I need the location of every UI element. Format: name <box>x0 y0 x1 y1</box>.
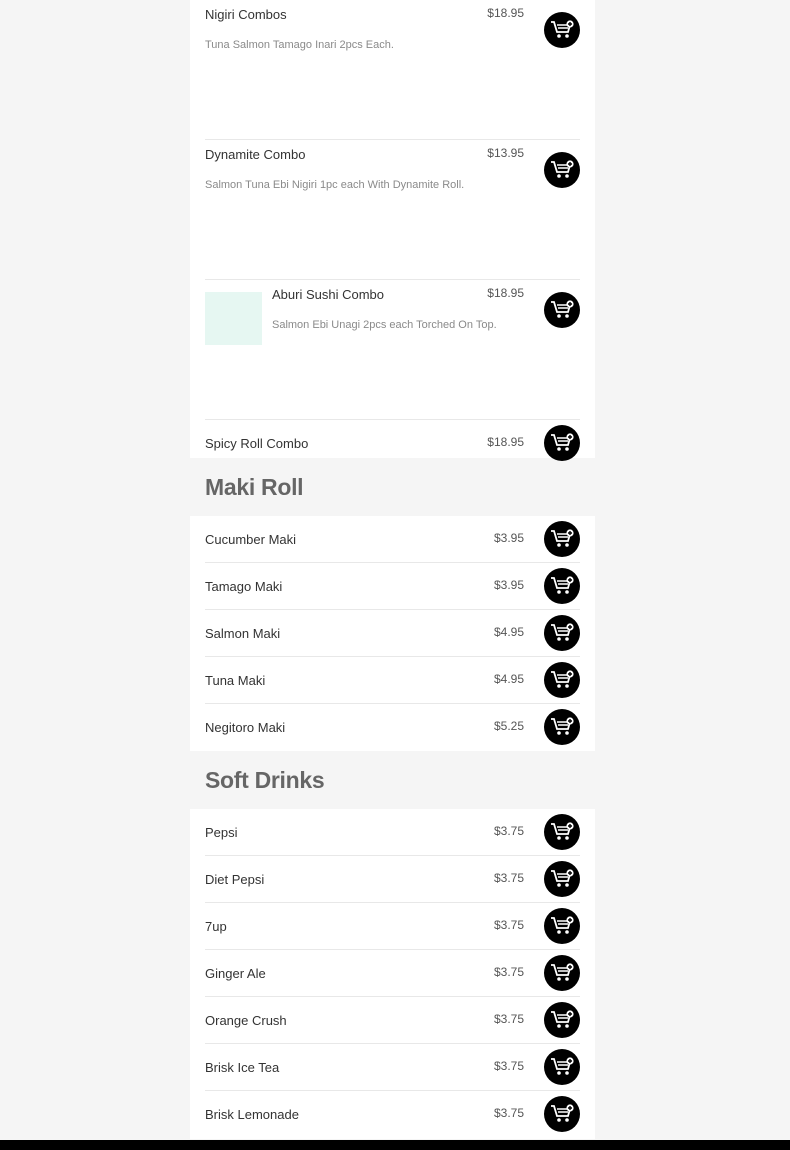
soft-drinks-card: Pepsi $3.75 Diet Pepsi $3.75 7up $3.75 G… <box>190 809 595 1139</box>
item-name: Nigiri Combos <box>205 7 287 22</box>
cart-plus-icon <box>551 1010 574 1028</box>
item-name: Brisk Lemonade <box>205 1107 299 1122</box>
item-price: $18.95 <box>487 286 524 300</box>
add-to-cart-button[interactable] <box>544 12 580 48</box>
add-to-cart-button[interactable] <box>544 1049 580 1085</box>
maki-roll-card: Cucumber Maki $3.95 Tamago Maki $3.95 Sa… <box>190 516 595 751</box>
add-to-cart-button[interactable] <box>544 292 580 328</box>
item-price: $3.75 <box>493 824 524 838</box>
item-price: $3.95 <box>493 578 524 592</box>
cart-plus-icon <box>551 963 574 981</box>
menu-item[interactable]: Cucumber Maki $3.95 <box>205 516 580 563</box>
add-to-cart-button[interactable] <box>544 425 580 461</box>
cart-plus-icon <box>551 670 574 688</box>
add-to-cart-button[interactable] <box>544 521 580 557</box>
bottom-bar <box>0 1140 790 1150</box>
item-price: $3.75 <box>493 1012 524 1026</box>
item-name: 7up <box>205 919 227 934</box>
add-to-cart-button[interactable] <box>544 1002 580 1038</box>
category-title-soft-drinks: Soft Drinks <box>205 766 325 793</box>
menu-item[interactable]: Aburi Sushi Combo Salmon Ebi Unagi 2pcs … <box>205 280 580 420</box>
cart-plus-icon <box>551 869 574 887</box>
item-price: $13.95 <box>487 146 524 160</box>
item-price: $4.95 <box>493 672 524 686</box>
item-price: $18.95 <box>487 6 524 20</box>
add-to-cart-button[interactable] <box>544 955 580 991</box>
item-name: Dynamite Combo <box>205 147 306 162</box>
item-name: Tamago Maki <box>205 579 283 594</box>
cart-plus-icon <box>551 623 574 641</box>
menu-item[interactable]: Pepsi $3.75 <box>205 809 580 856</box>
item-price: $3.75 <box>493 1059 524 1073</box>
category-title-maki-roll: Maki Roll <box>205 473 304 500</box>
cart-plus-icon <box>551 717 574 735</box>
item-name: Diet Pepsi <box>205 872 265 887</box>
cart-plus-icon <box>551 433 574 451</box>
menu-item[interactable]: 7up $3.75 <box>205 903 580 950</box>
item-price: $3.75 <box>493 1106 524 1120</box>
menu-item[interactable]: Brisk Lemonade $3.75 <box>205 1091 580 1137</box>
cart-plus-icon <box>551 160 574 178</box>
item-description: Salmon Tuna Ebi Nigiri 1pc each With Dyn… <box>205 179 465 191</box>
menu-item[interactable]: Ginger Ale $3.75 <box>205 950 580 997</box>
menu-item[interactable]: Dynamite Combo Salmon Tuna Ebi Nigiri 1p… <box>205 140 580 280</box>
item-name: Ginger Ale <box>205 966 266 981</box>
item-name: Spicy Roll Combo <box>205 436 309 451</box>
menu-item[interactable]: Brisk Ice Tea $3.75 <box>205 1044 580 1091</box>
add-to-cart-button[interactable] <box>544 861 580 897</box>
item-name: Negitoro Maki <box>205 720 286 735</box>
item-name: Tuna Maki <box>205 673 266 688</box>
menu-item[interactable]: Tuna Maki $4.95 <box>205 657 580 704</box>
cart-plus-icon <box>551 529 574 547</box>
item-price: $18.95 <box>487 435 524 449</box>
item-price: $5.25 <box>493 719 524 733</box>
menu-item[interactable]: Diet Pepsi $3.75 <box>205 856 580 903</box>
menu-item[interactable]: Tamago Maki $3.95 <box>205 563 580 610</box>
cart-plus-icon <box>551 576 574 594</box>
item-description: Tuna Salmon Tamago Inari 2pcs Each. <box>205 39 394 51</box>
menu-item[interactable]: Nigiri Combos Tuna Salmon Tamago Inari 2… <box>205 0 580 140</box>
cart-plus-icon <box>551 1104 574 1122</box>
item-name: Aburi Sushi Combo <box>272 287 384 302</box>
menu-column: Nigiri Combos Tuna Salmon Tamago Inari 2… <box>190 0 595 1139</box>
item-price: $3.95 <box>493 531 524 545</box>
add-to-cart-button[interactable] <box>544 908 580 944</box>
add-to-cart-button[interactable] <box>544 1096 580 1132</box>
menu-item[interactable]: Salmon Maki $4.95 <box>205 610 580 657</box>
cart-plus-icon <box>551 300 574 318</box>
item-name: Orange Crush <box>205 1013 287 1028</box>
cart-plus-icon <box>551 20 574 38</box>
menu-item[interactable]: Negitoro Maki $5.25 <box>205 704 580 750</box>
item-name: Brisk Ice Tea <box>205 1060 280 1075</box>
add-to-cart-button[interactable] <box>544 709 580 745</box>
item-price: $3.75 <box>493 918 524 932</box>
combos-card: Nigiri Combos Tuna Salmon Tamago Inari 2… <box>190 0 595 461</box>
add-to-cart-button[interactable] <box>544 152 580 188</box>
item-name: Cucumber Maki <box>205 532 297 547</box>
add-to-cart-button[interactable] <box>544 662 580 698</box>
item-price: $3.75 <box>493 871 524 885</box>
item-name: Salmon Maki <box>205 626 281 641</box>
item-price: $4.95 <box>493 625 524 639</box>
item-description: Salmon Ebi Unagi 2pcs each Torched On To… <box>272 319 497 331</box>
cart-plus-icon <box>551 822 574 840</box>
item-price: $3.75 <box>493 965 524 979</box>
add-to-cart-button[interactable] <box>544 814 580 850</box>
add-to-cart-button[interactable] <box>544 615 580 651</box>
cart-plus-icon <box>551 1057 574 1075</box>
add-to-cart-button[interactable] <box>544 568 580 604</box>
item-thumbnail <box>205 292 262 345</box>
item-name: Pepsi <box>205 825 238 840</box>
menu-item[interactable]: Orange Crush $3.75 <box>205 997 580 1044</box>
cart-plus-icon <box>551 916 574 934</box>
menu-item[interactable]: Spicy Roll Combo $18.95 <box>205 420 580 466</box>
